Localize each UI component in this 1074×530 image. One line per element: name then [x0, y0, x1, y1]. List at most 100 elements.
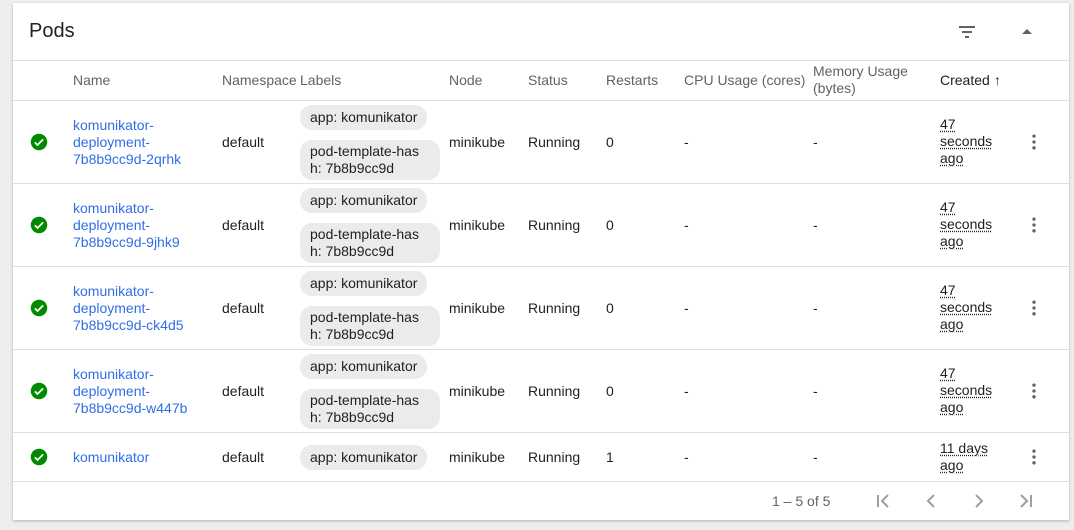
created-cell: 47 seconds ago [940, 365, 1004, 416]
arrow-upward-icon: ↑ [993, 72, 1001, 88]
memory-cell: - [813, 133, 818, 150]
more-vert-icon[interactable] [1024, 381, 1044, 401]
table-row: komunikator default app: komunikator miniku… [13, 432, 1069, 482]
filter-list-icon[interactable] [955, 20, 979, 44]
pod-name-link[interactable]: komunikator- deployment- 7b8b9cc9d-2qrhk [73, 117, 181, 168]
created-cell-line: ago [940, 233, 964, 249]
table-row: komunikator- deployment- 7b8b9cc9d-ck4d5… [13, 266, 1069, 350]
pod-name-part[interactable]: komunikator- [73, 366, 154, 382]
column-header-status[interactable]: Status [528, 72, 568, 88]
cpu-cell: - [684, 216, 689, 233]
created-cell: 11 days ago [940, 440, 1004, 474]
created-cell-line: ago [940, 150, 964, 166]
label-chip: pod-template-has h: 7b8b9cc9d [300, 140, 440, 180]
column-header-created-label: Created [940, 72, 990, 88]
table-row: komunikator- deployment- 7b8b9cc9d-w447b… [13, 349, 1069, 433]
table-row: komunikator- deployment- 7b8b9cc9d-9jhk9… [13, 183, 1069, 267]
pod-name-link[interactable]: komunikator- deployment- 7b8b9cc9d-ck4d5 [73, 283, 184, 334]
arrow-up-icon[interactable] [1015, 20, 1039, 44]
restarts-cell: 1 [606, 448, 614, 465]
namespace-cell: default [222, 299, 265, 316]
label-chip: pod-template-has h: 7b8b9cc9d [300, 223, 440, 263]
pod-name-link[interactable]: komunikator- deployment- 7b8b9cc9d-9jhk9 [73, 200, 180, 251]
pods-card: Pods Name Namespace Labels Node Status R… [13, 3, 1069, 520]
pod-name-link[interactable]: komunikator- deployment- 7b8b9cc9d-w447b [73, 366, 187, 417]
label-chip-line: h: 7b8b9cc9d [310, 326, 395, 342]
column-header-memory-line2: (bytes) [813, 80, 856, 96]
cpu-cell: - [684, 382, 689, 399]
cpu-cell: - [684, 448, 689, 465]
column-header-created[interactable]: Created ↑ [940, 72, 1001, 88]
label-chip: app: komunikator [300, 354, 428, 379]
cpu-cell: - [684, 299, 689, 316]
label-chip: app: komunikator [300, 444, 428, 470]
namespace-cell: default [222, 133, 265, 150]
pod-name-part[interactable]: 7b8b9cc9d-9jhk9 [73, 234, 180, 250]
pod-name-part[interactable]: deployment- [73, 134, 150, 150]
label-chip: app: komunikator [300, 271, 428, 296]
restarts-cell: 0 [606, 216, 614, 233]
pod-name-part[interactable]: 7b8b9cc9d-ck4d5 [73, 317, 184, 333]
created-cell-line: 47 [940, 116, 956, 132]
memory-cell: - [813, 448, 818, 465]
pod-name-part[interactable]: deployment- [73, 300, 150, 316]
check-circle-icon [30, 299, 48, 316]
column-header-labels: Labels [300, 72, 342, 88]
label-chip-line: pod-template-has [310, 143, 419, 159]
pod-name-part[interactable]: deployment- [73, 383, 150, 399]
label-chip: pod-template-has h: 7b8b9cc9d [300, 306, 440, 346]
check-circle-icon [30, 448, 48, 465]
column-header-cpu: CPU Usage (cores) [684, 72, 806, 88]
pagination-footer: 1 – 5 of 5 [13, 481, 1069, 520]
pod-name-part[interactable]: komunikator- [73, 200, 154, 216]
more-vert-icon[interactable] [1024, 215, 1044, 235]
pod-name-part[interactable]: 7b8b9cc9d-w447b [73, 400, 187, 416]
last-page-icon[interactable] [1014, 489, 1038, 513]
pod-name-part[interactable]: deployment- [73, 217, 150, 233]
label-chip-line: pod-template-has [310, 392, 419, 408]
memory-cell: - [813, 382, 818, 399]
created-cell-line: seconds [940, 299, 993, 315]
column-header-node[interactable]: Node [449, 72, 482, 88]
created-cell-line: seconds [940, 133, 993, 149]
created-cell-line: ago [940, 316, 964, 332]
column-header-name[interactable]: Name [73, 72, 110, 88]
next-page-icon[interactable] [967, 489, 991, 513]
node-cell: minikube [449, 448, 506, 465]
pod-name-part[interactable]: komunikator- [73, 283, 154, 299]
pod-name-link[interactable]: komunikator [73, 449, 149, 465]
label-chip-line: pod-template-has [310, 226, 419, 242]
memory-cell: - [813, 216, 818, 233]
namespace-cell: default [222, 216, 265, 233]
created-cell-line: 47 [940, 199, 956, 215]
pagination-range: 1 – 5 of 5 [772, 493, 831, 509]
restarts-cell: 0 [606, 299, 614, 316]
table-header: Name Namespace Labels Node Status Restar… [13, 60, 1069, 101]
more-vert-icon[interactable] [1024, 298, 1044, 318]
node-cell: minikube [449, 382, 506, 399]
created-cell-line: 11 days [940, 439, 988, 456]
card-title: Pods [29, 20, 75, 42]
label-chip: app: komunikator [300, 188, 428, 213]
namespace-cell: default [222, 448, 265, 465]
more-vert-icon[interactable] [1024, 447, 1044, 467]
label-chip: pod-template-has h: 7b8b9cc9d [300, 389, 440, 429]
status-cell: Running [528, 382, 581, 399]
first-page-icon[interactable] [871, 489, 895, 513]
check-circle-icon [30, 216, 48, 233]
created-cell: 47 seconds ago [940, 282, 1004, 333]
column-header-namespace[interactable]: Namespace [222, 72, 297, 88]
status-cell: Running [528, 299, 581, 316]
pod-name-part[interactable]: 7b8b9cc9d-2qrhk [73, 151, 181, 167]
created-cell: 47 seconds ago [940, 116, 1004, 167]
column-header-restarts[interactable]: Restarts [606, 72, 658, 88]
table-row: komunikator- deployment- 7b8b9cc9d-2qrhk… [13, 100, 1069, 184]
check-circle-icon [30, 382, 48, 399]
node-cell: minikube [449, 216, 506, 233]
node-cell: minikube [449, 299, 506, 316]
status-cell: Running [528, 133, 581, 150]
pod-name-part[interactable]: komunikator- [73, 117, 154, 133]
more-vert-icon[interactable] [1024, 132, 1044, 152]
previous-page-icon[interactable] [919, 489, 943, 513]
created-cell-line: 47 [940, 365, 956, 381]
